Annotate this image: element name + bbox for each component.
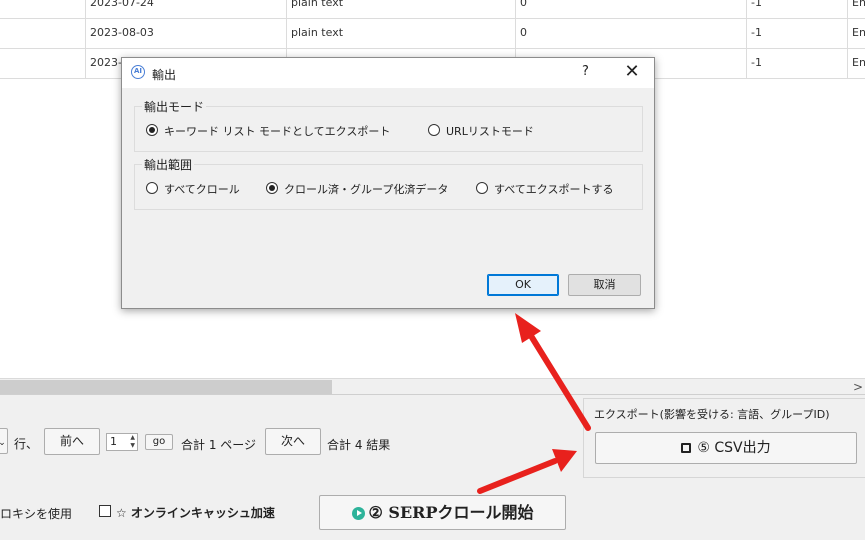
dialog-titlebar[interactable]: AI 輸出 ? ✕: [122, 58, 654, 88]
count-cell: 0: [515, 0, 746, 18]
ok-button[interactable]: OK: [487, 274, 559, 296]
start-serp-crawl-label: ② SERPクロール開始: [368, 503, 534, 522]
page-number-stepper[interactable]: 1 ▲ ▼: [106, 433, 138, 451]
export-group-label: エクスポート(影響を受ける: 言語、グループID): [594, 408, 830, 421]
divider: [0, 394, 865, 395]
prev-page-button[interactable]: 前へ: [44, 428, 100, 455]
play-icon: [351, 507, 365, 520]
help-icon[interactable]: ?: [582, 64, 589, 79]
radio-all-crawled[interactable]: [146, 182, 158, 194]
export-range-label: 輸出範囲: [142, 156, 195, 173]
crawled-grouped-label[interactable]: クロール済・グループ化済データ: [284, 181, 448, 197]
rows-label: 行、: [14, 437, 39, 451]
arrow-to-csv-head: [552, 449, 577, 472]
rank-cell: -1: [746, 18, 847, 48]
export-mode-label: 輸出モード: [142, 98, 207, 115]
close-icon[interactable]: ✕: [622, 60, 642, 84]
csv-export-label: ⑤ CSV出力: [697, 440, 771, 456]
radio-export-all[interactable]: [476, 182, 488, 194]
radio-url-list-mode[interactable]: [428, 124, 440, 136]
horizontal-scrollbar[interactable]: >: [0, 378, 865, 395]
table-row[interactable]: 2023-08-03 plain text 0 -1 End: [0, 18, 865, 49]
date-cell: 2023-07-24: [85, 0, 286, 18]
url-list-mode-label[interactable]: URLリストモード: [446, 123, 534, 139]
arrow-to-csv-line: [477, 458, 558, 494]
export-dialog: AI 輸出 ? ✕ 輸出モード キーワード リスト モードとしてエクスポート U…: [121, 57, 655, 309]
count-cell: 0: [515, 18, 746, 48]
table-row[interactable]: 2023-07-24 plain text 0 -1 End: [0, 0, 865, 19]
lang-cell: End: [847, 0, 865, 18]
next-page-button[interactable]: 次へ: [265, 428, 321, 455]
stepper-arrows-icon[interactable]: ▲ ▼: [130, 434, 135, 450]
radio-crawled-grouped[interactable]: [266, 182, 278, 194]
rows-per-page-select[interactable]: ⌄: [0, 428, 8, 454]
total-results-label: 合計 4 結果: [327, 438, 391, 452]
date-cell: 2023-08-03: [85, 18, 286, 48]
all-crawled-label[interactable]: すべてクロール: [164, 181, 240, 197]
chevron-down-icon: ⌄: [0, 438, 6, 448]
type-cell: plain text: [286, 0, 515, 18]
export-icon: [681, 443, 692, 453]
lang-cell: End: [847, 48, 865, 78]
use-proxy-label: ロキシを使用: [0, 507, 73, 521]
scrollbar-thumb[interactable]: [0, 380, 332, 394]
lang-cell: End: [847, 18, 865, 48]
export-all-label[interactable]: すべてエクスポートする: [494, 181, 613, 197]
total-pages-label: 合計 1 ページ: [181, 438, 257, 452]
dialog-title: 輸出: [152, 68, 177, 82]
cancel-button[interactable]: 取消: [568, 274, 641, 296]
rank-cell: -1: [746, 48, 847, 78]
go-button[interactable]: go: [145, 434, 173, 450]
page-number-value: 1: [110, 435, 117, 448]
app-ai-icon: AI: [131, 65, 145, 79]
csv-export-button[interactable]: ⑤ CSV出力: [595, 432, 857, 464]
online-cache-checkbox[interactable]: [99, 505, 111, 517]
scroll-right-icon[interactable]: >: [851, 379, 865, 395]
type-cell: plain text: [286, 18, 515, 48]
online-cache-label: ☆ オンラインキャッシュ加速: [116, 506, 275, 520]
start-serp-crawl-button[interactable]: ② SERPクロール開始: [319, 495, 566, 530]
radio-keyword-list-mode[interactable]: [146, 124, 158, 136]
keyword-list-mode-label[interactable]: キーワード リスト モードとしてエクスポート: [164, 123, 390, 139]
rank-cell: -1: [746, 0, 847, 18]
